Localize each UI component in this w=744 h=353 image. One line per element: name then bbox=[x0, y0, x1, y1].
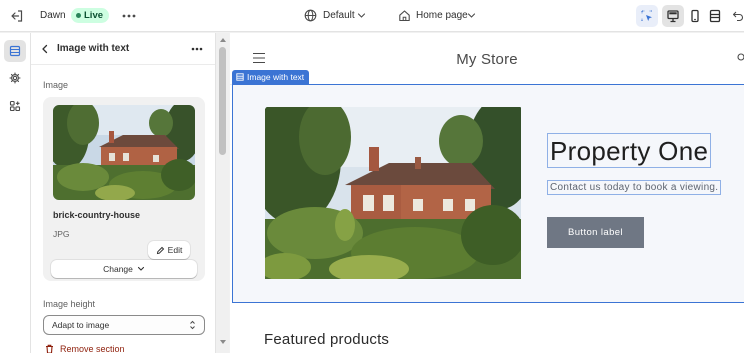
gear-icon bbox=[9, 72, 21, 84]
image-thumbnail[interactable] bbox=[53, 105, 195, 200]
back-chevron-icon[interactable] bbox=[41, 44, 49, 54]
icon-rail bbox=[0, 33, 31, 353]
image-setting-label: Image bbox=[43, 80, 69, 90]
featured-products-title[interactable]: Featured products bbox=[264, 331, 389, 348]
storefront: My Store Property One Contact us today t… bbox=[230, 33, 744, 353]
desktop-icon bbox=[667, 10, 679, 23]
settings-panel: Image with text Image Edit brick-country… bbox=[31, 33, 215, 353]
image-with-text-section[interactable]: Property One Contact us today to book a … bbox=[232, 84, 744, 303]
trash-icon bbox=[46, 344, 53, 353]
full-width-icon bbox=[709, 9, 721, 23]
section-image[interactable] bbox=[265, 107, 521, 279]
more-horizontal-icon[interactable] bbox=[190, 43, 204, 55]
search-icon[interactable] bbox=[737, 53, 744, 63]
top-bar: Dawn Live Default Home page bbox=[0, 0, 744, 32]
image-picker-card: Edit bbox=[43, 97, 205, 281]
scroll-up-arrow-icon[interactable] bbox=[220, 38, 226, 42]
status-badge-label: Live bbox=[84, 10, 104, 21]
pencil-icon bbox=[156, 246, 164, 254]
remove-section-label: Remove section bbox=[60, 344, 125, 353]
remove-section-button[interactable]: Remove section bbox=[45, 344, 125, 353]
section-grid-icon bbox=[236, 73, 244, 81]
full-width-view-button[interactable] bbox=[704, 5, 726, 27]
edit-image-label: Edit bbox=[167, 245, 183, 255]
section-text[interactable]: Contact us today to book a viewing. bbox=[547, 180, 722, 195]
exit-icon[interactable] bbox=[10, 9, 24, 23]
store-preview: My Store Property One Contact us today t… bbox=[230, 33, 744, 353]
panel-title: Image with text bbox=[57, 43, 130, 54]
undo-icon[interactable] bbox=[731, 9, 744, 22]
status-dot-icon bbox=[76, 13, 81, 18]
image-height-label: Image height bbox=[43, 299, 96, 309]
apps-icon bbox=[9, 100, 21, 112]
panel-header: Image with text bbox=[31, 33, 215, 65]
status-badge: Live bbox=[71, 8, 110, 23]
mobile-icon bbox=[691, 9, 699, 23]
section-tag: Image with text bbox=[232, 70, 310, 84]
image-file-name: brick-country-house bbox=[53, 210, 141, 220]
section-tag-label: Image with text bbox=[247, 72, 305, 82]
desktop-view-button[interactable] bbox=[662, 5, 684, 27]
chevron-down-icon[interactable] bbox=[357, 12, 366, 19]
more-horizontal-icon[interactable] bbox=[121, 9, 137, 23]
chevron-down-icon[interactable] bbox=[467, 12, 476, 19]
inspector-button[interactable] bbox=[636, 5, 658, 27]
locale-selector[interactable]: Default bbox=[323, 10, 355, 21]
rail-item-theme-settings[interactable] bbox=[4, 67, 26, 89]
change-image-label: Change bbox=[103, 264, 133, 274]
rail-item-apps[interactable] bbox=[4, 95, 26, 117]
edit-image-button[interactable]: Edit bbox=[148, 241, 190, 259]
home-icon[interactable] bbox=[398, 9, 411, 22]
globe-icon[interactable] bbox=[304, 9, 317, 22]
page-selector[interactable]: Home page bbox=[416, 10, 468, 21]
mobile-view-button[interactable] bbox=[684, 5, 706, 27]
image-height-select[interactable]: Adapt to image bbox=[43, 315, 205, 335]
theme-name: Dawn bbox=[40, 10, 66, 21]
panel-scrollbar[interactable] bbox=[215, 33, 229, 353]
change-image-button[interactable]: Change bbox=[51, 260, 197, 278]
scrollbar-thumb[interactable] bbox=[219, 47, 226, 155]
chevron-down-icon bbox=[137, 266, 144, 271]
rail-item-sections[interactable] bbox=[4, 40, 26, 62]
select-arrows-icon bbox=[190, 320, 195, 330]
scroll-down-arrow-icon[interactable] bbox=[220, 340, 226, 344]
sections-icon bbox=[9, 45, 21, 57]
section-heading[interactable]: Property One bbox=[547, 133, 712, 168]
image-height-value: Adapt to image bbox=[52, 320, 110, 330]
inspector-cursor-icon bbox=[641, 10, 652, 21]
image-file-type: JPG bbox=[53, 229, 70, 239]
store-name[interactable]: My Store bbox=[230, 51, 744, 68]
section-button[interactable]: Button label bbox=[547, 217, 644, 248]
